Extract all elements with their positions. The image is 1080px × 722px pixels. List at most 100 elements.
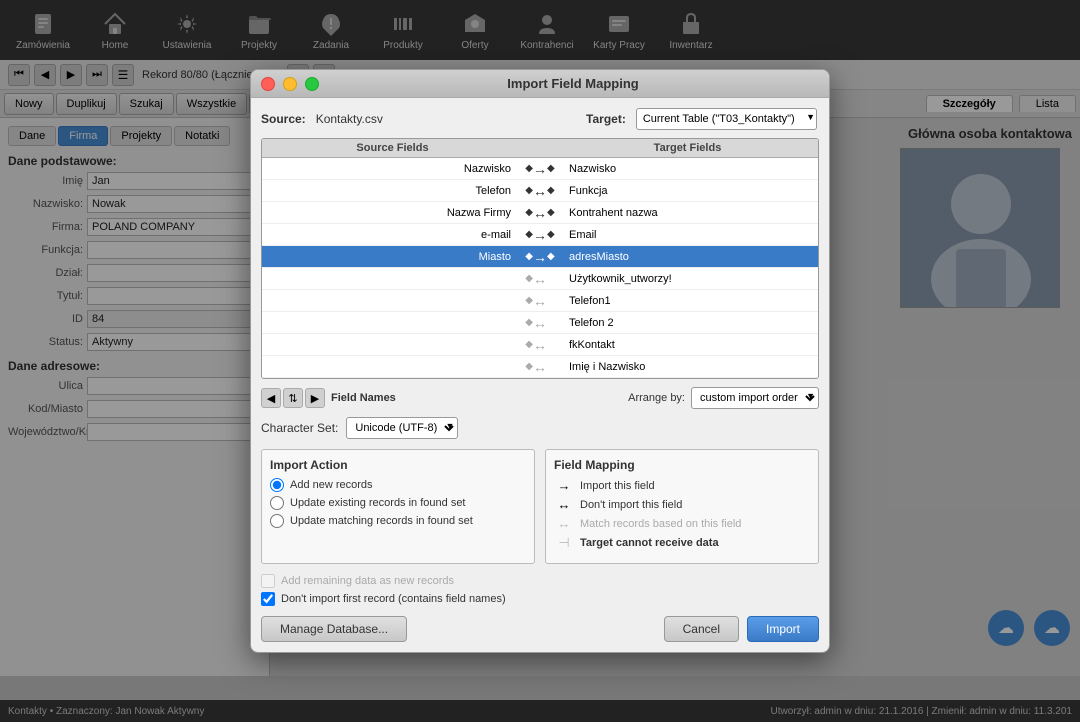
source-field-0: Nazwisko: [270, 163, 515, 175]
radio-update-found-label: Update existing records in found set: [290, 497, 466, 509]
checkbox-first-record-input[interactable]: [261, 592, 275, 606]
target-label: Target:: [586, 112, 626, 126]
arrow-cell-1: ◆ ↔ ◆: [515, 183, 565, 199]
target-field-3: Email: [565, 229, 810, 241]
radio-update-found: Update existing records in found set: [270, 496, 526, 510]
controls-row: ◀ ⇅ ▶ Field Names Arrange by: custom imp…: [261, 387, 819, 409]
source-label: Source:: [261, 112, 306, 126]
nav-sm-prev[interactable]: ◀: [261, 388, 281, 408]
mapping-table-header: Source Fields Target Fields: [262, 139, 818, 158]
target-field-8: fkKontakt: [565, 339, 810, 351]
arrow-cell-4: ◆ → ◆: [515, 249, 565, 265]
col-source-header: Source Fields: [270, 142, 515, 154]
field-names-label: Field Names: [331, 392, 396, 404]
source-field-1: Telefon: [270, 185, 515, 197]
target-field-0: Nazwisko: [565, 163, 810, 175]
source-target-row: Source: Kontakty.csv Target: Current Tab…: [261, 108, 819, 130]
mapping-row-0[interactable]: Nazwisko ◆ → ◆ Nazwisko: [262, 158, 818, 180]
mapping-row-7[interactable]: ◆ ↔ ◆ Telefon 2: [262, 312, 818, 334]
legend-target-no-receive: ⊣ Target cannot receive data: [554, 535, 810, 551]
modal-maximize-button[interactable]: [305, 77, 319, 91]
field-mapping-box: Field Mapping → Import this field ↔ Don'…: [545, 449, 819, 564]
mapping-row-5[interactable]: ◆ ↔ ◆ Użytkownik_utworzy!: [262, 268, 818, 290]
mapping-rows[interactable]: Nazwisko ◆ → ◆ Nazwisko Telefon ◆ ↔ ◆ Fu…: [262, 158, 818, 378]
legend-skip-arrow: ↔: [554, 497, 574, 512]
legend-no-receive-arrow: ⊣: [554, 535, 574, 551]
modal-body: Source: Kontakty.csv Target: Current Tab…: [251, 98, 829, 652]
modal-close-button[interactable]: [261, 77, 275, 91]
mapping-row-8[interactable]: ◆ ↔ ◆ fkKontakt: [262, 334, 818, 356]
checkbox-first-record: Don't import first record (contains fiel…: [261, 592, 819, 606]
nav-sm-next[interactable]: ▶: [305, 388, 325, 408]
radio-update-matching: Update matching records in found set: [270, 514, 526, 528]
import-button[interactable]: Import: [747, 616, 819, 642]
modal-title: Import Field Mapping: [327, 76, 819, 91]
legend-import-label: Import this field: [580, 480, 655, 492]
source-field-2: Nazwa Firmy: [270, 207, 515, 219]
radio-add-new-input[interactable]: [270, 478, 284, 492]
nav-sm-shuffle[interactable]: ⇅: [283, 388, 303, 408]
legend-match-label: Match records based on this field: [580, 518, 741, 530]
legend-skip-label: Don't import this field: [580, 499, 682, 511]
charset-select[interactable]: Unicode (UTF-8): [346, 417, 458, 439]
modal-action-row: Manage Database... Cancel Import: [261, 616, 819, 642]
source-field-3: e-mail: [270, 229, 515, 241]
target-field-1: Funkcja: [565, 185, 810, 197]
legend-match-arrow: ↔: [554, 516, 574, 531]
arrow-cell-3: ◆ → ◆: [515, 227, 565, 243]
import-field-mapping-modal: Import Field Mapping Source: Kontakty.cs…: [250, 69, 830, 653]
target-field-6: Telefon1: [565, 295, 810, 307]
manage-database-button[interactable]: Manage Database...: [261, 616, 407, 642]
import-action-title: Import Action: [270, 458, 526, 472]
target-field-5: Użytkownik_utworzy!: [565, 273, 810, 285]
mapping-row-1[interactable]: Telefon ◆ ↔ ◆ Funkcja: [262, 180, 818, 202]
mapping-row-3[interactable]: e-mail ◆ → ◆ Email: [262, 224, 818, 246]
modal-titlebar: Import Field Mapping: [251, 70, 829, 98]
modal-overlay: Import Field Mapping Source: Kontakty.cs…: [0, 0, 1080, 722]
source-field-4: Miasto: [270, 251, 515, 263]
col-target-header: Target Fields: [565, 142, 810, 154]
checkbox-remaining-input[interactable]: [261, 574, 275, 588]
arrow-cell-7: ◆ ↔ ◆: [515, 315, 565, 331]
radio-add-new: Add new records: [270, 478, 526, 492]
arrow-cell-5: ◆ ↔ ◆: [515, 271, 565, 287]
arrow-cell-8: ◆ ↔ ◆: [515, 337, 565, 353]
checkbox-remaining: Add remaining data as new records: [261, 574, 819, 588]
arrange-label: Arrange by:: [628, 392, 685, 404]
mapping-row-4[interactable]: Miasto ◆ → ◆ adresMiasto: [262, 246, 818, 268]
legend-skip: ↔ Don't import this field: [554, 497, 810, 512]
checkbox-first-record-label: Don't import first record (contains fiel…: [281, 593, 506, 605]
source-value: Kontakty.csv: [316, 112, 383, 126]
legend-no-receive-label: Target cannot receive data: [580, 537, 719, 549]
mapping-row-9[interactable]: ◆ ↔ ◆ Imię i Nazwisko: [262, 356, 818, 378]
arrow-cell-2: ◆ ↔ ◆: [515, 205, 565, 221]
modal-minimize-button[interactable]: [283, 77, 297, 91]
arrow-cell-9: ◆ ↔ ◆: [515, 359, 565, 375]
target-field-9: Imię i Nazwisko: [565, 361, 810, 373]
nav-buttons-small: ◀ ⇅ ▶: [261, 388, 325, 408]
import-action-box: Import Action Add new records Update exi…: [261, 449, 535, 564]
mapping-table: Source Fields Target Fields Nazwisko ◆ →…: [261, 138, 819, 379]
checkbox-section: Add remaining data as new records Don't …: [261, 574, 819, 606]
radio-update-matching-input[interactable]: [270, 514, 284, 528]
radio-update-matching-label: Update matching records in found set: [290, 515, 473, 527]
charset-row: Character Set: Unicode (UTF-8) ▼: [261, 417, 819, 439]
legend-import: → Import this field: [554, 478, 810, 493]
arrow-cell-6: ◆ ↔ ◆: [515, 293, 565, 309]
checkbox-remaining-label: Add remaining data as new records: [281, 575, 454, 587]
charset-label: Character Set:: [261, 421, 338, 435]
target-field-2: Kontrahent nazwa: [565, 207, 810, 219]
mapping-row-2[interactable]: Nazwa Firmy ◆ ↔ ◆ Kontrahent nazwa: [262, 202, 818, 224]
field-mapping-title: Field Mapping: [554, 458, 810, 472]
radio-update-found-input[interactable]: [270, 496, 284, 510]
arrange-select[interactable]: custom import order: [691, 387, 819, 409]
target-select[interactable]: Current Table ("T03_Kontakty"): [636, 108, 817, 130]
arrow-cell-0: ◆ → ◆: [515, 161, 565, 177]
target-field-7: Telefon 2: [565, 317, 810, 329]
target-field-4: adresMiasto: [565, 251, 810, 263]
mapping-row-6[interactable]: ◆ ↔ ◆ Telefon1: [262, 290, 818, 312]
legend-import-arrow: →: [554, 478, 574, 493]
cancel-button[interactable]: Cancel: [664, 616, 739, 642]
bottom-section: Import Action Add new records Update exi…: [261, 449, 819, 564]
radio-add-new-label: Add new records: [290, 479, 373, 491]
